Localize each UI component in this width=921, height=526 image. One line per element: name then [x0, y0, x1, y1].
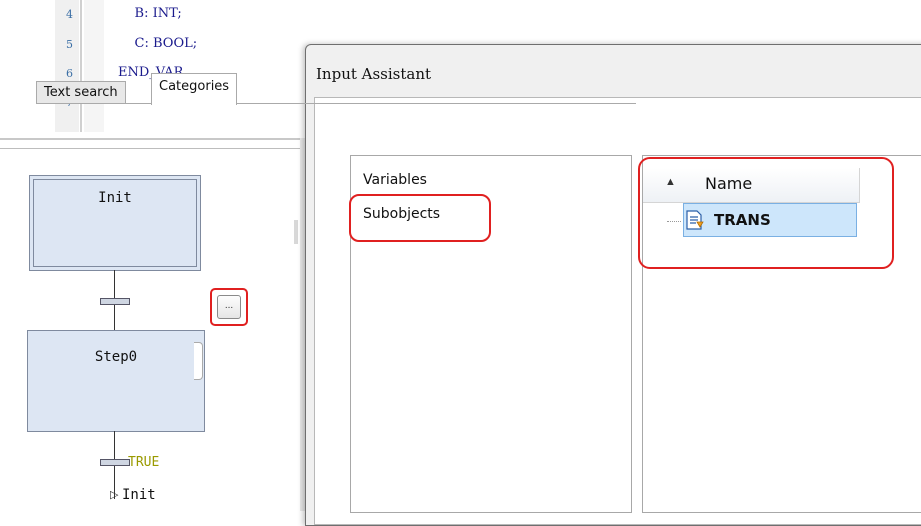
- splitter-grip: [294, 220, 298, 244]
- sfc-init-step[interactable]: Init: [29, 175, 201, 271]
- code-line[interactable]: C: BOOL;: [118, 36, 198, 51]
- transition-bar[interactable]: [100, 298, 130, 305]
- gutter-divider: [80, 0, 82, 132]
- category-variables[interactable]: Variables: [363, 172, 427, 188]
- sfc-diagram[interactable]: Init Step0 TRUE ▷ Init: [0, 150, 300, 511]
- transition-bar[interactable]: [100, 459, 130, 466]
- code-line[interactable]: B: INT;: [118, 6, 182, 21]
- jump-arrow-icon: ▷: [110, 489, 119, 501]
- ellipsis-button[interactable]: ...: [217, 295, 241, 319]
- jump-target-label[interactable]: Init: [122, 487, 156, 503]
- step-label: Step0: [94, 349, 138, 365]
- highlight-subobjects: [349, 194, 491, 242]
- tab-text-search[interactable]: Text search: [36, 81, 126, 104]
- line-number: 5: [66, 38, 73, 51]
- dialog-title: Input Assistant: [316, 65, 432, 83]
- tab-panel-border: [36, 103, 636, 104]
- fold-margin: [84, 0, 104, 132]
- editor-divider: [0, 148, 300, 149]
- line-number: 4: [66, 8, 73, 21]
- line-number: 6: [66, 67, 73, 80]
- transition-condition[interactable]: TRUE: [128, 455, 159, 470]
- step-label: Init: [98, 190, 132, 206]
- editor-splitter[interactable]: [0, 138, 300, 140]
- tab-categories[interactable]: Categories: [151, 73, 238, 105]
- highlight-results: [638, 157, 894, 269]
- action-tab[interactable]: [194, 342, 203, 380]
- sfc-step0[interactable]: Step0: [27, 330, 205, 432]
